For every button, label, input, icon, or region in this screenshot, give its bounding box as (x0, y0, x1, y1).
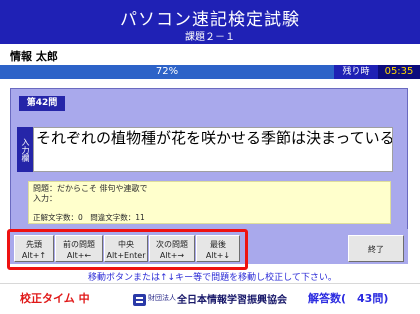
org-logo-icon (133, 291, 146, 306)
info-input-line: 入力： (33, 194, 57, 203)
question-number: 第42問 (19, 96, 65, 111)
time-remaining-value: 05:35 (378, 65, 420, 79)
time-remaining-label: 残り時 (334, 65, 378, 79)
progress-label: 72% (155, 66, 179, 77)
highlight-box (7, 229, 248, 270)
user-bar (0, 46, 420, 62)
end-button-label: 終了 (368, 245, 384, 254)
proofreading-mode-status: 校正タイム 中 (20, 292, 90, 305)
input-field-label: 入力欄 (17, 127, 33, 172)
app-title: パソコン速記検定試験 (120, 10, 300, 30)
user-name: 情報 太郎 (10, 50, 58, 63)
answer-count: 解答数( 43問) (308, 292, 389, 305)
org-prefix: 財団法人 (148, 294, 176, 302)
org-name: 全日本情報学習振興協会 (177, 295, 287, 306)
instruction-notice: 移動ボタンまたは↑↓キー等で問題を移動し校正して下さい。 (88, 273, 337, 283)
end-button[interactable]: 終了 (348, 235, 404, 262)
info-counts-line: 正解文字数：0 問違文字数：11 (33, 213, 145, 222)
answer-input-text[interactable]: それぞれの植物種が花を咲かせる季節は決まっている (36, 127, 392, 149)
task-subtitle: 課題２－１ (185, 32, 235, 43)
